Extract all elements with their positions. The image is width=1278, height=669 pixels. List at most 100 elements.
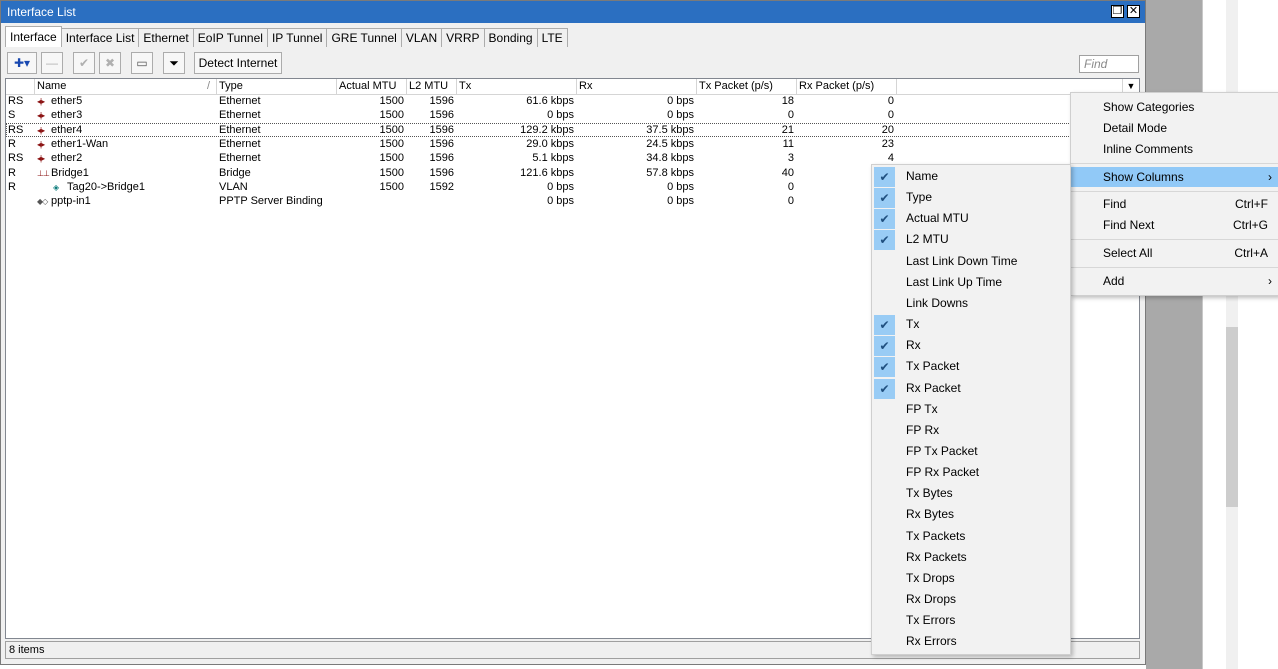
column-toggle-fp-rx-packet[interactable]: FP Rx Packet <box>872 462 1070 483</box>
find-input[interactable]: Find <box>1079 55 1139 73</box>
row-type: Ethernet <box>219 152 261 165</box>
filter-icon[interactable]: ⏷ <box>163 52 185 74</box>
row-mtu: 1500 <box>379 137 404 150</box>
add-icon[interactable]: ✚▾ <box>7 52 37 74</box>
menu-item-find-next[interactable]: Find Next Ctrl+G <box>1071 215 1278 235</box>
column-toggle-tx[interactable]: ✔ Tx <box>872 314 1070 336</box>
menu-item-select-all[interactable]: Select All Ctrl+A <box>1071 243 1278 263</box>
ethernet-icon: ◂|▸ <box>37 125 45 135</box>
column-toggle-last-link-down-time[interactable]: Last Link Down Time <box>872 251 1070 272</box>
table-row[interactable]: RS ◂|▸ ether5 Ethernet 1500 1596 61.6 kbp… <box>6 94 1139 108</box>
tab-interface-list[interactable]: Interface List <box>60 28 140 47</box>
column-toggle-label: Tx <box>906 317 920 332</box>
close-icon[interactable]: ✕ <box>1127 5 1140 18</box>
column-toggle-last-link-up-time[interactable]: Last Link Up Time <box>872 272 1070 293</box>
tab-bonding[interactable]: Bonding <box>483 28 538 47</box>
row-name: ether5 <box>51 95 83 107</box>
tab-vrrp[interactable]: VRRP <box>441 28 485 47</box>
remove-icon[interactable]: — <box>41 52 63 74</box>
row-name: ether1-Wan <box>51 137 109 150</box>
name-column-header[interactable]: Name / <box>35 79 217 94</box>
enable-icon[interactable]: ✔ <box>73 52 95 74</box>
tab-bar: Interface Interface List Ethernet EoIP T… <box>5 26 568 48</box>
ethernet-icon: ◂|▸ <box>37 139 45 149</box>
column-toggle-type[interactable]: ✔ Type <box>872 187 1070 209</box>
flags-column-header[interactable] <box>6 79 35 94</box>
menu-item-show-columns[interactable]: Show Columns › <box>1071 167 1278 187</box>
menu-item-show-categories[interactable]: Show Categories <box>1071 97 1278 117</box>
column-toggle-link-downs[interactable]: Link Downs <box>872 293 1070 314</box>
row-l2mtu: 1596 <box>429 152 454 165</box>
disable-icon[interactable]: ✖ <box>99 52 121 74</box>
tx-column-header[interactable]: Tx <box>457 79 577 94</box>
row-tx: 5.1 kbps <box>532 152 574 165</box>
row-flag: S <box>8 109 16 122</box>
row-l2mtu: 1592 <box>429 180 454 193</box>
column-toggle-label: Rx Errors <box>906 634 957 649</box>
menu-item-inline-comments[interactable]: Inline Comments <box>1071 139 1278 159</box>
column-toggle-tx-errors[interactable]: Tx Errors <box>872 610 1070 631</box>
rx-packet-column-header[interactable]: Rx Packet (p/s) <box>797 79 897 94</box>
column-toggle-label: Tx Drops <box>906 570 955 585</box>
column-toggle-tx-packets[interactable]: Tx Packets <box>872 526 1070 547</box>
column-toggle-tx-bytes[interactable]: Tx Bytes <box>872 483 1070 504</box>
table-row[interactable]: RS ◂|▸ ether4 Ethernet 1500 1596 129.2 kb… <box>6 122 1139 137</box>
check-icon: ✔ <box>874 188 895 209</box>
row-tx: 0 bps <box>547 195 574 208</box>
actual-mtu-column-header[interactable]: Actual MTU <box>337 79 407 94</box>
l2-mtu-column-header[interactable]: L2 MTU <box>407 79 457 94</box>
row-type: Ethernet <box>219 95 261 107</box>
column-toggle-label: FP Rx <box>906 422 940 437</box>
column-toggle-name[interactable]: ✔ Name <box>872 166 1070 187</box>
tab-ethernet[interactable]: Ethernet <box>138 28 194 47</box>
column-toggle-fp-tx[interactable]: FP Tx <box>872 399 1070 420</box>
show-columns-submenu: ✔ Name ✔ Type ✔ Actual MTU ✔ L2 MTU Last Link Do… <box>871 164 1071 655</box>
submenu-arrow-icon: › <box>1268 170 1272 184</box>
column-toggle-rx-errors[interactable]: Rx Errors <box>872 631 1070 652</box>
type-column-header[interactable]: Type <box>217 79 337 94</box>
title-bar[interactable]: Interface List ❐ ✕ <box>1 1 1145 23</box>
column-toggle-fp-rx[interactable]: FP Rx <box>872 420 1070 441</box>
table-row[interactable]: R ◂|▸ ether1-Wan Ethernet 1500 1596 29.0 … <box>6 137 1139 151</box>
comment-icon[interactable]: ▭ <box>131 52 153 74</box>
tab-gre-tunnel[interactable]: GRE Tunnel <box>326 28 402 47</box>
column-toggle-label: Rx Packets <box>906 549 967 564</box>
menu-item-find[interactable]: Find Ctrl+F <box>1071 194 1278 214</box>
tab-vlan[interactable]: VLAN <box>400 28 443 47</box>
column-toggle-rx-drops[interactable]: Rx Drops <box>872 589 1070 610</box>
row-tx: 61.6 kbps <box>526 95 574 107</box>
column-toggle-rx[interactable]: ✔ Rx <box>872 335 1070 357</box>
row-flag: RS <box>8 123 24 136</box>
row-rx: 0 bps <box>667 109 694 122</box>
column-toggle-tx-drops[interactable]: Tx Drops <box>872 568 1070 589</box>
tab-interface[interactable]: Interface <box>5 26 62 47</box>
column-toggle-rx-packet[interactable]: ✔ Rx Packet <box>872 378 1070 399</box>
tab-lte[interactable]: LTE <box>536 28 568 47</box>
column-toggle-label: FP Rx Packet <box>906 465 980 480</box>
background-scrollbar-thumb[interactable] <box>1226 327 1238 507</box>
column-toggle-rx-packets[interactable]: Rx Packets <box>872 547 1070 568</box>
menu-item-detail-mode[interactable]: Detail Mode <box>1071 118 1278 138</box>
column-toggle-label: Tx Bytes <box>906 486 953 501</box>
column-toggle-actual-mtu[interactable]: ✔ Actual MTU <box>872 208 1070 230</box>
row-l2mtu: 1596 <box>429 137 454 150</box>
column-toggle-fp-tx-packet[interactable]: FP Tx Packet <box>872 441 1070 462</box>
column-toggle-label: Rx Packet <box>906 380 961 395</box>
restore-icon[interactable]: ❐ <box>1111 5 1124 18</box>
tx-packet-column-header[interactable]: Tx Packet (p/s) <box>697 79 797 94</box>
row-rx: 57.8 kbps <box>646 166 694 179</box>
column-toggle-tx-packet[interactable]: ✔ Tx Packet <box>872 356 1070 378</box>
table-row[interactable]: S ◂|▸ ether3 Ethernet 1500 1596 0 bps 0 b… <box>6 108 1139 122</box>
check-icon: ✔ <box>874 167 895 187</box>
rx-column-header[interactable]: Rx <box>577 79 697 94</box>
row-mtu: 1500 <box>379 152 404 165</box>
column-toggle-l2-mtu[interactable]: ✔ L2 MTU <box>872 229 1070 251</box>
detect-internet-button[interactable]: Detect Internet <box>194 52 282 74</box>
menu-item-add[interactable]: Add › <box>1071 271 1278 291</box>
tab-eoip-tunnel[interactable]: EoIP Tunnel <box>192 28 268 47</box>
column-toggle-rx-bytes[interactable]: Rx Bytes <box>872 504 1070 525</box>
row-tx-packet: 11 <box>782 137 794 150</box>
tab-ip-tunnel[interactable]: IP Tunnel <box>266 28 328 47</box>
column-toggle-label: Tx Packet <box>906 359 960 374</box>
column-toggle-label: Rx Bytes <box>906 507 955 522</box>
